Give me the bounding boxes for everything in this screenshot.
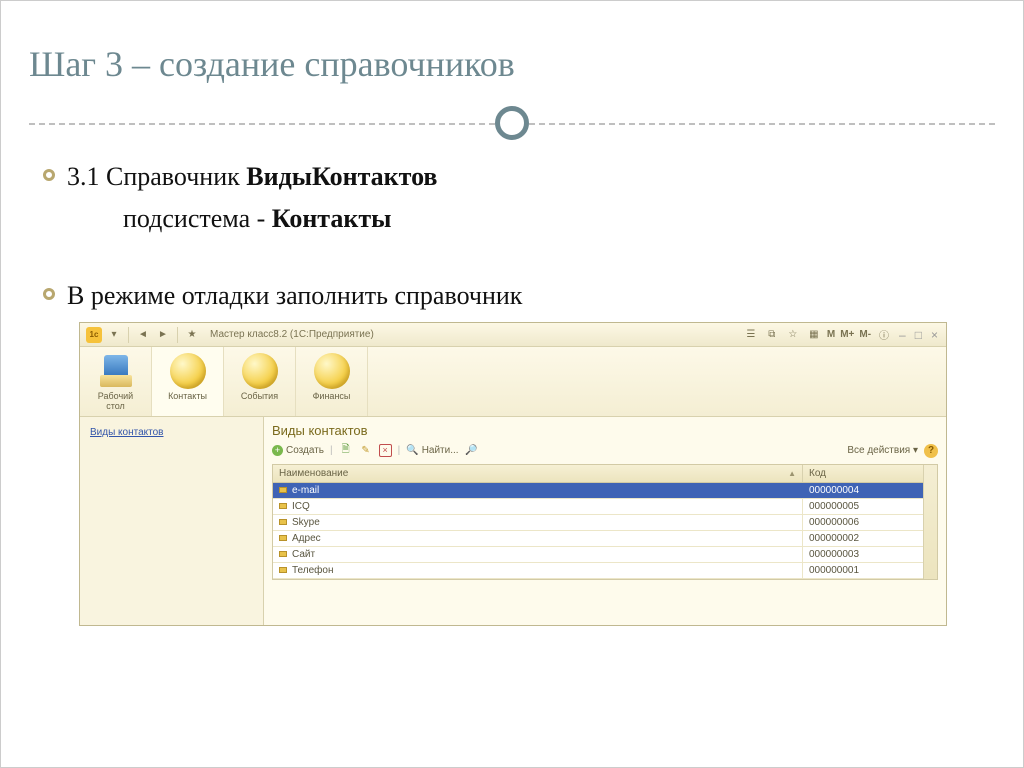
- table-row[interactable]: Адрес000000002: [273, 531, 923, 547]
- main-panel: Виды контактов + Создать | 🗎 ✎ × | 🔍 Най…: [264, 417, 946, 625]
- bullet-1: 3.1 Справочник ВидыКонтактов: [67, 159, 437, 195]
- sidebar: Виды контактов: [80, 417, 264, 625]
- search-icon: 🔍: [406, 445, 418, 456]
- plus-icon: +: [272, 445, 283, 456]
- m-minus-button[interactable]: М-: [859, 329, 871, 340]
- delete-icon[interactable]: ×: [379, 444, 392, 457]
- sidebar-link-contact-types[interactable]: Виды контактов: [90, 427, 164, 438]
- toolbar-icon[interactable]: ⧉: [764, 327, 780, 343]
- bullet-icon: [43, 288, 55, 300]
- nav-events[interactable]: События: [224, 347, 296, 416]
- dropdown-icon[interactable]: ▾: [106, 327, 122, 343]
- column-header-code[interactable]: Код: [803, 465, 923, 482]
- item-icon: [279, 551, 287, 557]
- panel-toolbar: + Создать | 🗎 ✎ × | 🔍 Найти... 🔎 Все дей…: [272, 442, 938, 464]
- table-row[interactable]: Сайт000000003: [273, 547, 923, 563]
- create-button[interactable]: + Создать: [272, 445, 324, 456]
- item-icon: [279, 535, 287, 541]
- close-icon[interactable]: ×: [929, 328, 940, 342]
- item-icon: [279, 519, 287, 525]
- data-grid: Наименование ▲ Код e-mail000000004ICQ000…: [272, 464, 938, 580]
- edit-icon[interactable]: ✎: [359, 444, 373, 458]
- vertical-scrollbar[interactable]: [923, 465, 937, 579]
- column-header-name[interactable]: Наименование ▲: [273, 465, 803, 482]
- section-tabs: Рабочий стол Контакты События Финансы: [80, 347, 946, 417]
- sphere-icon: [314, 353, 350, 389]
- app-window: 1c ▾ ◄ ► ★ Мастер класс8.2 (1С:Предприят…: [79, 322, 947, 626]
- panel-title: Виды контактов: [272, 423, 938, 438]
- copy-icon[interactable]: 🗎: [339, 444, 353, 458]
- divider: [29, 113, 995, 133]
- bullet-1-sub: подсистема - Контакты: [123, 201, 391, 237]
- table-row[interactable]: ICQ000000005: [273, 499, 923, 515]
- back-icon[interactable]: ◄: [135, 327, 151, 343]
- item-icon: [279, 567, 287, 573]
- titlebar: 1c ▾ ◄ ► ★ Мастер класс8.2 (1С:Предприят…: [80, 323, 946, 347]
- item-icon: [279, 487, 287, 493]
- favorite-icon[interactable]: ★: [184, 327, 200, 343]
- info-icon[interactable]: ⓘ: [876, 327, 892, 343]
- toolbar-icon[interactable]: ▦: [806, 327, 822, 343]
- sphere-icon: [170, 353, 206, 389]
- bullet-2: В режиме отладки заполнить справочник: [67, 278, 522, 314]
- item-icon: [279, 503, 287, 509]
- desktop-icon: [98, 353, 134, 389]
- m-button[interactable]: М: [827, 329, 835, 340]
- window-title: Мастер класс8.2 (1С:Предприятие): [210, 329, 374, 340]
- table-row[interactable]: Skype000000006: [273, 515, 923, 531]
- table-row[interactable]: e-mail000000004: [273, 483, 923, 499]
- toolbar-icon[interactable]: ☆: [785, 327, 801, 343]
- table-row[interactable]: Телефон000000001: [273, 563, 923, 579]
- bullet-icon: [43, 169, 55, 181]
- maximize-icon[interactable]: □: [913, 328, 924, 342]
- clear-search-icon[interactable]: 🔎: [465, 444, 479, 458]
- help-icon[interactable]: ?: [924, 444, 938, 458]
- nav-contacts[interactable]: Контакты: [152, 347, 224, 416]
- find-button[interactable]: 🔍 Найти...: [406, 445, 458, 456]
- toolbar-icon[interactable]: ☰: [743, 327, 759, 343]
- nav-finance[interactable]: Финансы: [296, 347, 368, 416]
- all-actions-button[interactable]: Все действия ▾: [847, 445, 918, 456]
- minimize-icon[interactable]: –: [897, 328, 908, 342]
- forward-icon[interactable]: ►: [155, 327, 171, 343]
- sort-asc-icon: ▲: [788, 469, 796, 478]
- app-logo-icon: 1c: [86, 327, 102, 343]
- sphere-icon: [242, 353, 278, 389]
- nav-desktop[interactable]: Рабочий стол: [80, 347, 152, 416]
- slide-title: Шаг 3 – создание справочников: [29, 43, 995, 85]
- m-plus-button[interactable]: М+: [840, 329, 854, 340]
